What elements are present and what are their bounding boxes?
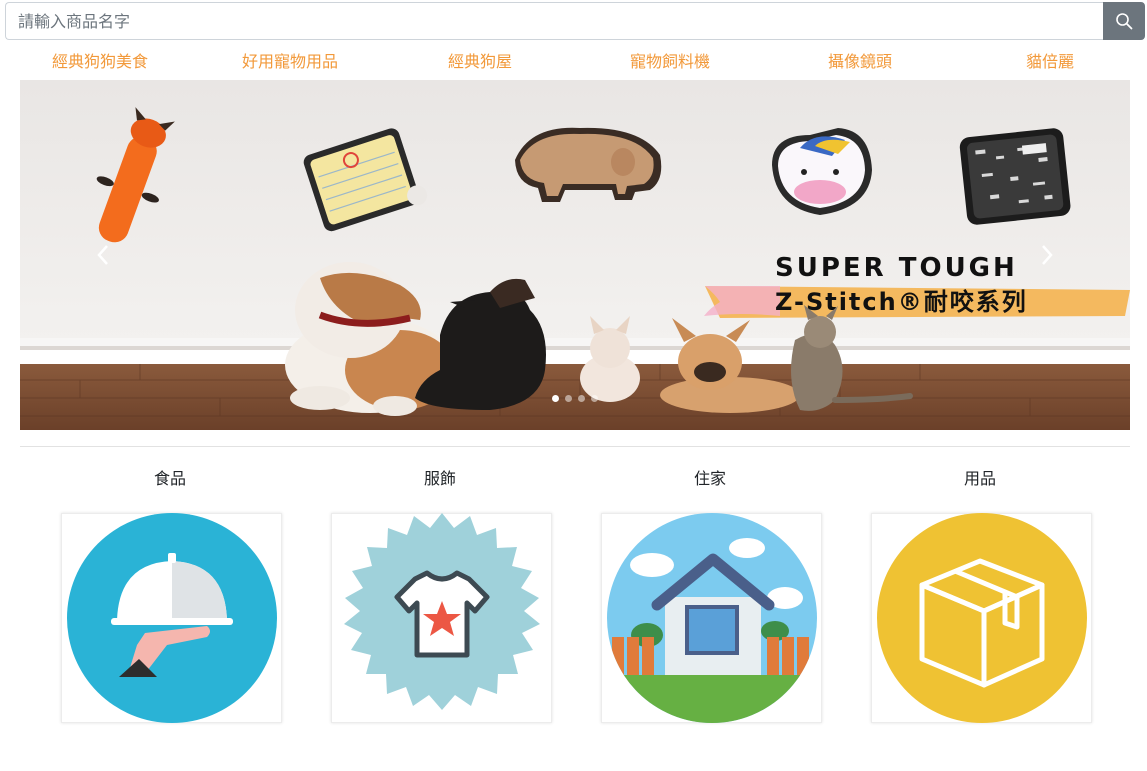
search-icon [1116,13,1133,30]
nav-item-pet-feeder[interactable]: 寵物飼料機 [630,48,710,72]
tshirt-star-icon [343,513,540,710]
carousel-indicator-3[interactable] [578,395,585,402]
category-label-apparel: 服飾 [423,469,456,488]
category-card-supplies[interactable] [871,513,1092,723]
banner-subline: Z-Stitch®耐咬系列 [775,288,1028,316]
category-card-food[interactable] [61,513,282,723]
carousel-indicators [20,395,1130,402]
chevron-right-icon [1042,245,1053,265]
banner-image: SUPER TOUGH Z-Stitch®耐咬系列 [20,80,1130,430]
house-icon [606,513,817,723]
nav-item-camera[interactable]: 攝像鏡頭 [828,48,892,72]
carousel-indicator-1[interactable] [552,395,559,402]
category-label-home: 住家 [693,469,726,488]
search-input[interactable] [5,2,1103,40]
serving-cloche-icon [66,513,277,723]
category-label-food: 食品 [153,469,186,488]
banner-headline: SUPER TOUGH [775,253,1018,283]
section-divider [20,446,1130,447]
carousel-indicator-4[interactable] [591,395,598,402]
search-bar [5,2,1145,40]
category-card-apparel[interactable] [331,513,552,723]
category-label-supplies: 用品 [963,469,996,488]
chevron-left-icon [97,245,108,265]
search-button[interactable] [1103,2,1145,40]
carousel-next-button[interactable] [1032,235,1062,275]
nav-item-pet-supplies[interactable]: 好用寵物用品 [242,48,338,72]
category-nav: 經典狗狗美食 好用寵物用品 經典狗屋 寵物飼料機 攝像鏡頭 貓倍麗 [5,48,1145,72]
nav-item-cat-brand[interactable]: 貓倍麗 [1026,48,1074,72]
package-box-icon [876,513,1087,723]
carousel-prev-button[interactable] [88,235,118,275]
nav-item-dog-house[interactable]: 經典狗屋 [448,48,512,72]
notebook-toy-icon [959,128,1071,225]
category-card-home[interactable] [601,513,822,723]
hero-carousel: SUPER TOUGH Z-Stitch®耐咬系列 [20,80,1130,430]
carousel-indicator-2[interactable] [565,395,572,402]
nav-item-dog-food[interactable]: 經典狗狗美食 [52,48,148,72]
